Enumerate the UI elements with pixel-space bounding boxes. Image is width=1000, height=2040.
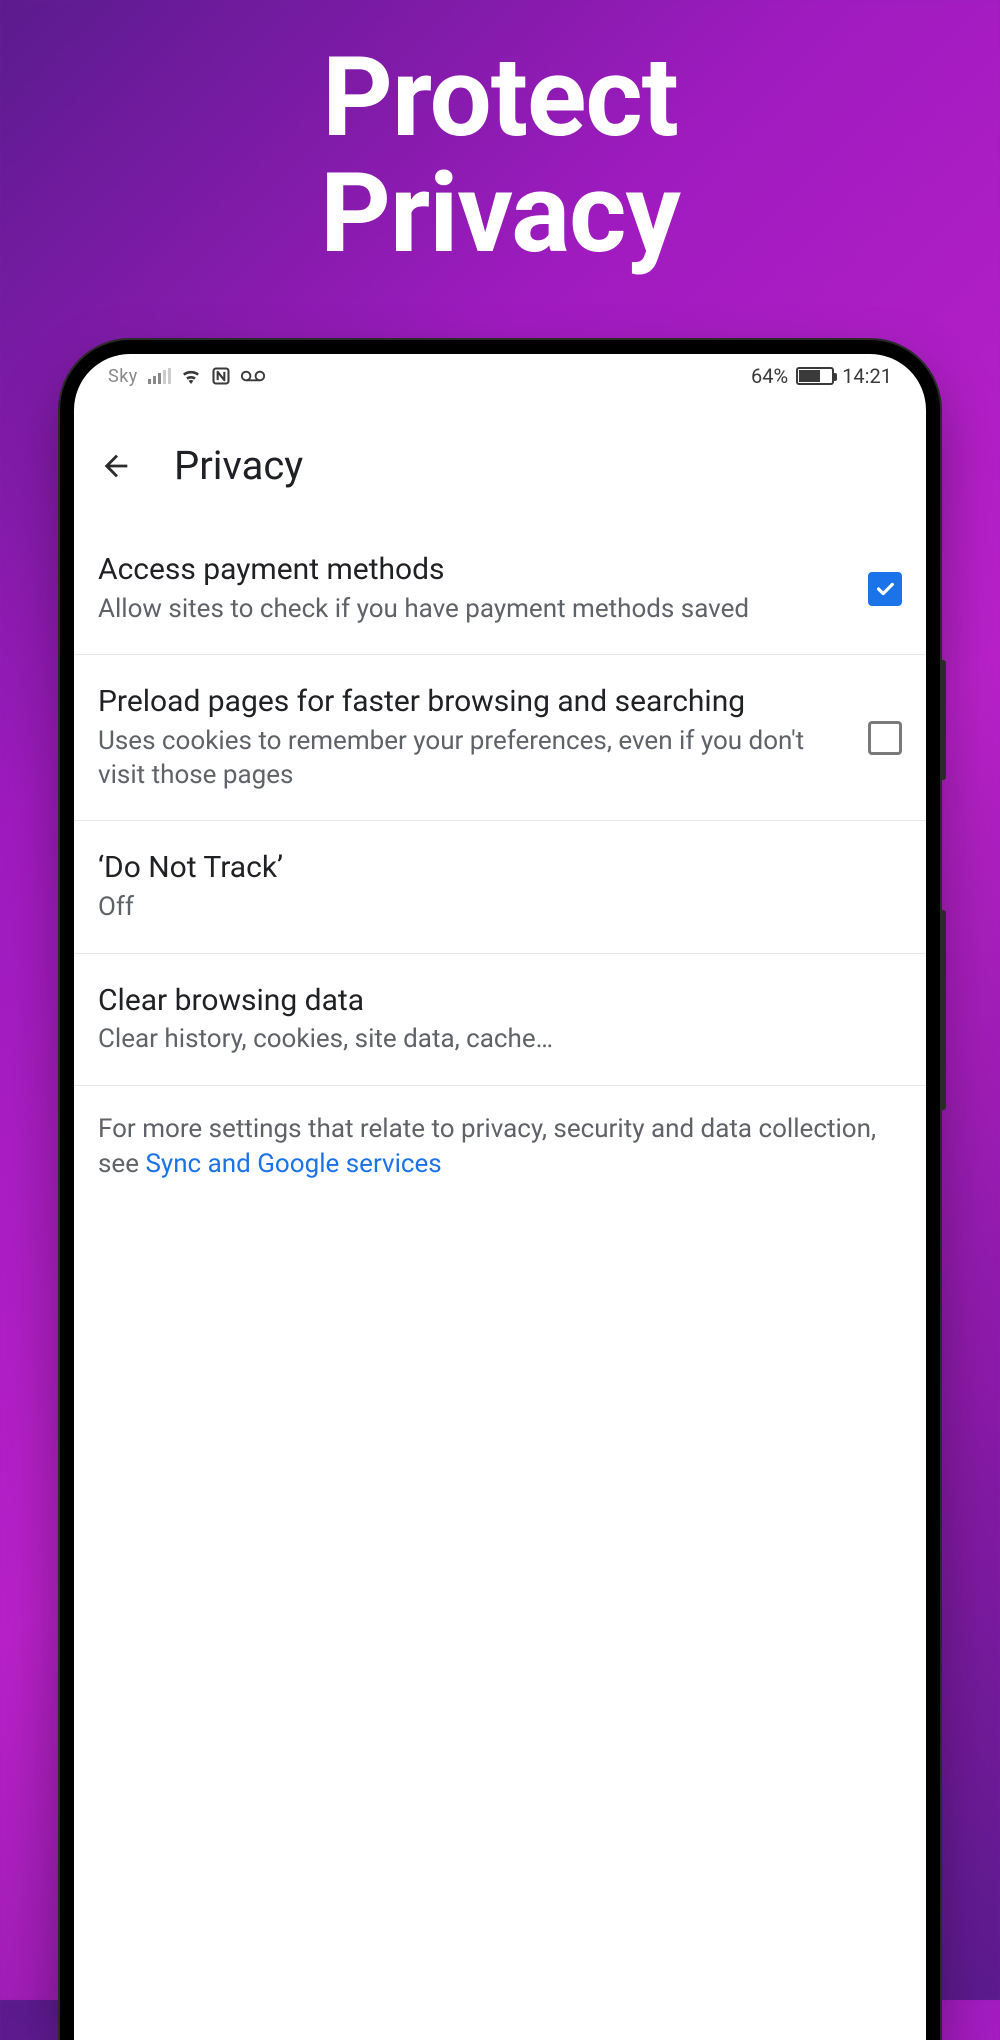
nfc-icon bbox=[211, 366, 231, 386]
setting-access-payment-methods[interactable]: Access payment methods Allow sites to ch… bbox=[74, 523, 926, 655]
setting-subtitle: Allow sites to check if you have payment… bbox=[98, 593, 848, 627]
clock: 14:21 bbox=[842, 364, 892, 388]
setting-subtitle: Off bbox=[98, 891, 902, 925]
phone-frame: Sky 64% 14:21 bbox=[60, 340, 940, 2040]
voicemail-icon bbox=[241, 369, 265, 383]
hero-line1: Protect bbox=[322, 33, 678, 162]
phone-screen: Sky 64% 14:21 bbox=[74, 354, 926, 2040]
setting-title: Preload pages for faster browsing and se… bbox=[98, 683, 848, 721]
checkbox-preload-pages[interactable] bbox=[868, 721, 902, 755]
page-title: Privacy bbox=[174, 442, 303, 489]
battery-icon bbox=[796, 367, 834, 385]
hero-line2: Privacy bbox=[320, 149, 680, 278]
setting-title: ‘Do Not Track’ bbox=[98, 849, 902, 887]
statusbar: Sky 64% 14:21 bbox=[74, 354, 926, 398]
back-button[interactable] bbox=[94, 444, 138, 488]
sync-services-link[interactable]: Sync and Google services bbox=[145, 1149, 441, 1179]
appbar: Privacy bbox=[74, 398, 926, 523]
setting-clear-browsing-data[interactable]: Clear browsing data Clear history, cooki… bbox=[74, 954, 926, 1086]
checkbox-access-payment[interactable] bbox=[868, 572, 902, 606]
setting-subtitle: Uses cookies to remember your preference… bbox=[98, 725, 848, 793]
wifi-icon bbox=[181, 368, 201, 384]
setting-title: Access payment methods bbox=[98, 551, 848, 589]
battery-percent: 64% bbox=[751, 364, 788, 388]
check-icon bbox=[874, 578, 896, 600]
settings-list: Access payment methods Allow sites to ch… bbox=[74, 523, 926, 2040]
hero-banner: Protect Privacy bbox=[0, 0, 1000, 271]
setting-preload-pages[interactable]: Preload pages for faster browsing and se… bbox=[74, 655, 926, 821]
arrow-left-icon bbox=[99, 449, 133, 483]
setting-do-not-track[interactable]: ‘Do Not Track’ Off bbox=[74, 821, 926, 953]
privacy-footnote: For more settings that relate to privacy… bbox=[74, 1086, 926, 1208]
setting-title: Clear browsing data bbox=[98, 982, 902, 1020]
signal-icon bbox=[148, 368, 171, 384]
setting-subtitle: Clear history, cookies, site data, cache… bbox=[98, 1023, 902, 1057]
carrier-label: Sky bbox=[108, 366, 138, 387]
